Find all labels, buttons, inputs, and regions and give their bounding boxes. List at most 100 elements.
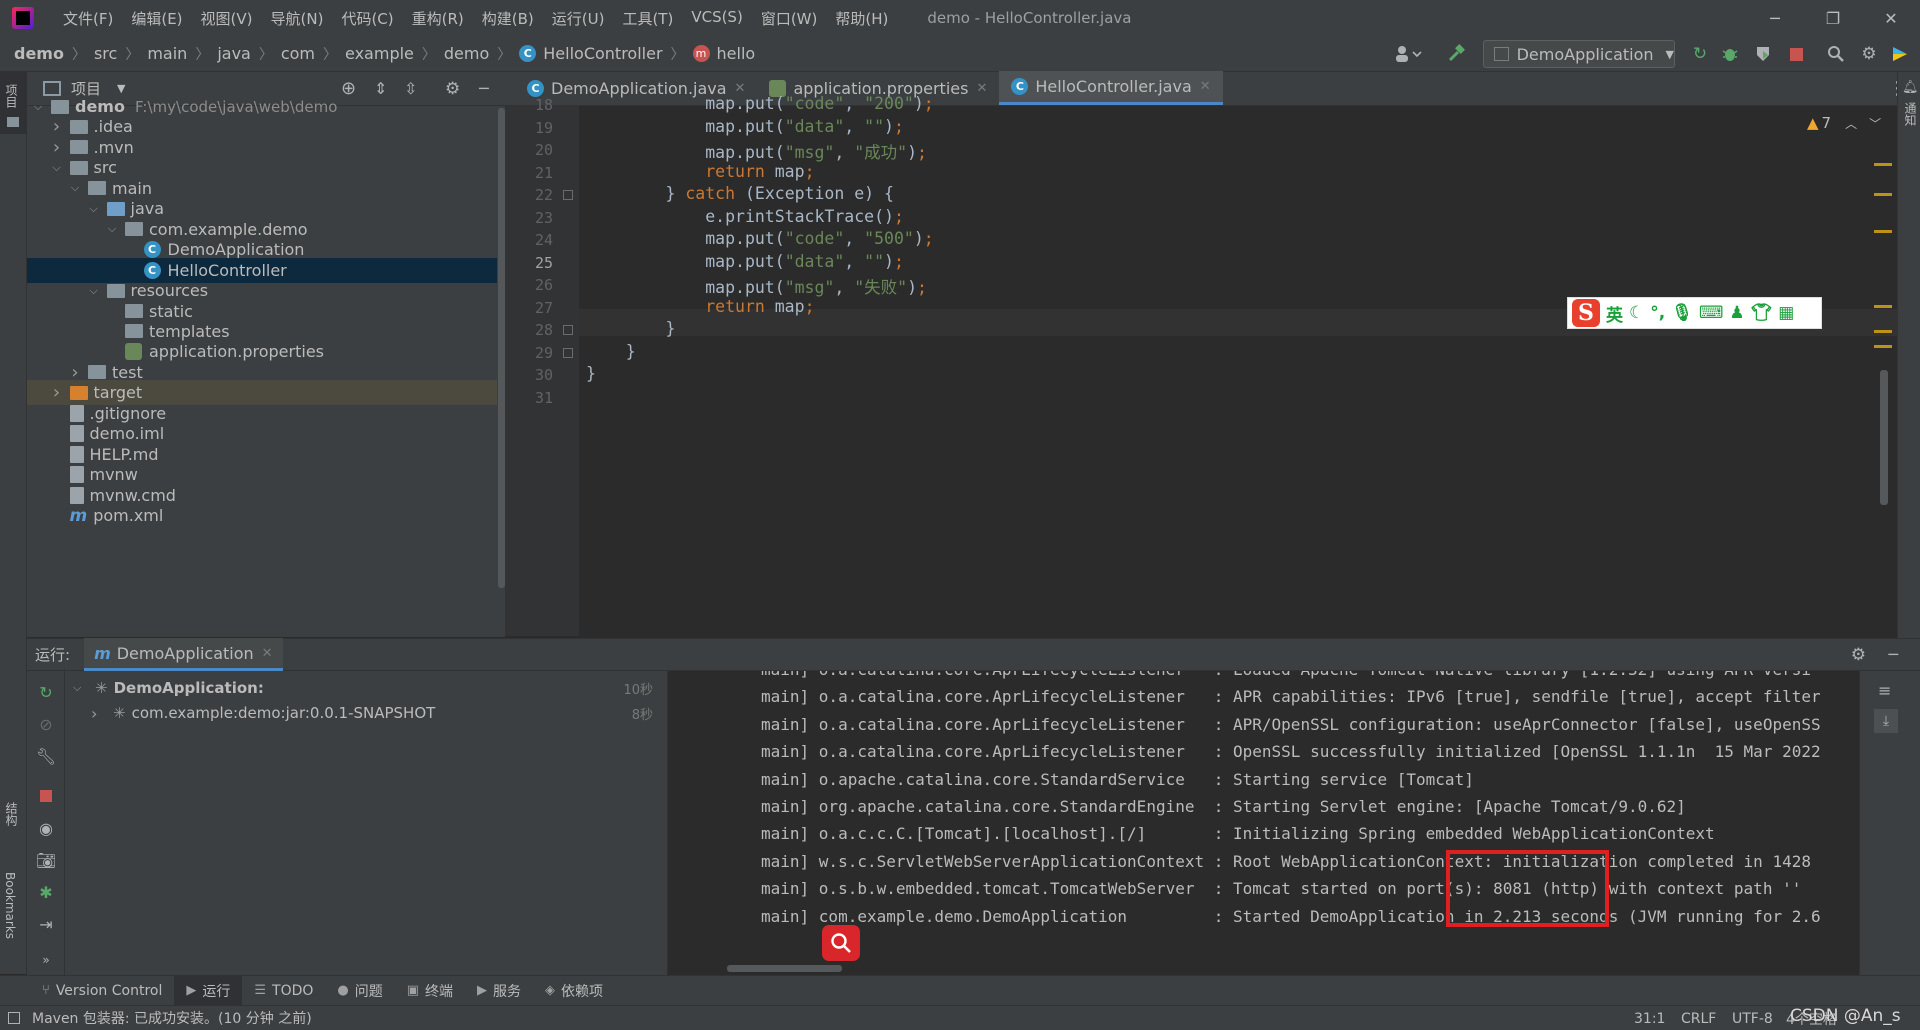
tool-window-tab[interactable]: ⑂ Version Control bbox=[30, 983, 174, 999]
user-icon[interactable] bbox=[1392, 44, 1426, 64]
chevron-down-icon[interactable]: ⌵ bbox=[31, 100, 45, 114]
scroll-to-end-icon[interactable]: ⤓ bbox=[1874, 709, 1898, 733]
toolbox-grid-icon[interactable]: ▦ bbox=[1778, 303, 1794, 323]
settings-gear-icon[interactable]: ⚙ bbox=[1851, 645, 1866, 665]
panel-toggle-icon[interactable] bbox=[8, 1012, 20, 1024]
menu-item[interactable]: 窗口(W) bbox=[752, 8, 827, 29]
rerun-icon[interactable]: ↻ bbox=[1690, 44, 1710, 64]
run-tab[interactable]: m DemoApplication ✕ bbox=[84, 638, 283, 671]
breadcrumb-item[interactable]: demo bbox=[444, 44, 489, 63]
caret-position[interactable]: 31:1 bbox=[1634, 1006, 1665, 1030]
hide-panel-icon[interactable]: ─ bbox=[1888, 645, 1898, 664]
line-number[interactable]: 29 bbox=[505, 344, 553, 362]
editor-tab[interactable]: C HelloController.java ✕ bbox=[999, 71, 1223, 105]
line-number[interactable]: 24 bbox=[505, 231, 553, 249]
microphone-icon[interactable]: 🎙︎ bbox=[1671, 303, 1693, 323]
rerun-icon[interactable]: ↻ bbox=[37, 683, 55, 702]
user-icon[interactable]: ♟ bbox=[1729, 303, 1744, 323]
debug-icon[interactable]: ✱ bbox=[37, 883, 55, 902]
chevron-right-icon[interactable]: › bbox=[91, 704, 105, 723]
chevron-down-icon[interactable]: ⌵ bbox=[87, 284, 101, 298]
line-number[interactable]: 21 bbox=[505, 164, 553, 182]
menu-item[interactable]: 导航(N) bbox=[262, 8, 333, 29]
project-tree-item[interactable]: m pom.xml bbox=[27, 503, 497, 528]
sogou-logo-icon[interactable]: S bbox=[1572, 299, 1600, 327]
menu-item[interactable]: 重构(R) bbox=[403, 8, 473, 29]
more-icon[interactable]: » bbox=[37, 951, 55, 969]
warning-marker[interactable] bbox=[1874, 230, 1892, 233]
menu-item[interactable]: 文件(F) bbox=[54, 8, 122, 29]
project-scrollbar[interactable] bbox=[498, 108, 505, 588]
menu-item[interactable]: 构建(B) bbox=[473, 8, 543, 29]
stop-icon[interactable] bbox=[37, 787, 55, 805]
coverage-icon[interactable] bbox=[1753, 44, 1773, 64]
line-number[interactable]: 19 bbox=[505, 119, 553, 137]
chevron-down-icon[interactable]: ⌵ bbox=[73, 681, 87, 695]
breadcrumb-item[interactable]: m hello bbox=[692, 44, 755, 63]
status-message[interactable]: Maven 包装器: 已成功安装。(10 分钟 之前) bbox=[32, 1008, 312, 1028]
intellij-logo-icon[interactable] bbox=[12, 7, 34, 29]
close-icon[interactable]: ✕ bbox=[976, 81, 987, 96]
warning-marker[interactable] bbox=[1874, 193, 1892, 196]
skin-shirt-icon[interactable]: 👕︎ bbox=[1751, 303, 1773, 323]
search-icon[interactable] bbox=[1826, 44, 1846, 64]
tool-window-tab[interactable]: ● 问题 bbox=[325, 981, 394, 1001]
chevron-down-icon[interactable]: ⌵ bbox=[87, 202, 101, 216]
menu-item[interactable]: VCS(S) bbox=[682, 8, 751, 29]
fold-marker-icon[interactable] bbox=[563, 190, 573, 200]
code-editor[interactable]: map.put("code", "200"); map.put("data", … bbox=[579, 94, 1899, 636]
line-number[interactable]: 20 bbox=[505, 141, 553, 159]
chevron-down-icon[interactable]: ﹀ bbox=[1869, 115, 1881, 132]
run-config-dropdown[interactable]: DemoApplication ▼ bbox=[1483, 40, 1675, 68]
tool-window-tab[interactable]: ▶ 服务 bbox=[465, 981, 533, 1001]
punctuation-icon[interactable]: °, bbox=[1650, 303, 1665, 323]
inspection-widget[interactable]: ▲ 7 ︿ ﹀ bbox=[1807, 114, 1881, 132]
chevron-down-icon[interactable]: ⌵ bbox=[50, 161, 64, 175]
structure-stripe-label[interactable]: 结构 bbox=[3, 802, 20, 826]
breadcrumb-item[interactable]: com bbox=[281, 44, 315, 63]
line-separator[interactable]: CRLF bbox=[1681, 1006, 1716, 1030]
menu-item[interactable]: 视图(V) bbox=[192, 8, 262, 29]
menu-item[interactable]: 帮助(H) bbox=[826, 8, 897, 29]
project-stripe-button[interactable]: 项目 bbox=[0, 72, 27, 134]
line-number[interactable]: 30 bbox=[505, 366, 553, 384]
warning-marker[interactable] bbox=[1874, 163, 1892, 166]
moon-icon[interactable]: ☾ bbox=[1629, 303, 1644, 323]
notification-bell-icon[interactable]: 🔔︎ bbox=[1902, 80, 1919, 95]
wrench-icon[interactable]: 🔧︎ bbox=[36, 747, 56, 766]
line-number[interactable]: 18 bbox=[505, 96, 553, 114]
camera-icon[interactable]: 📷︎ bbox=[36, 851, 56, 870]
tool-window-tab[interactable]: ▣ 终端 bbox=[395, 981, 465, 1001]
line-number[interactable]: 27 bbox=[505, 299, 553, 317]
eye-icon[interactable]: ◉ bbox=[37, 819, 55, 838]
breadcrumb-item[interactable]: src bbox=[94, 44, 117, 63]
run-tree-item[interactable]: › ✳ com.example:demo:jar:0.0.1-SNAPSHOT 8秒 bbox=[91, 701, 663, 725]
menu-item[interactable]: 运行(U) bbox=[543, 8, 614, 29]
menu-item[interactable]: 代码(C) bbox=[332, 8, 402, 29]
toggle-offline-icon[interactable]: ⊘ bbox=[37, 715, 55, 734]
editor-scrollbar[interactable] bbox=[1880, 370, 1888, 505]
line-number[interactable]: 28 bbox=[505, 321, 553, 339]
warning-marker[interactable] bbox=[1874, 330, 1892, 333]
chevron-down-icon[interactable]: ⌵ bbox=[68, 181, 82, 195]
minimize-icon[interactable]: ─ bbox=[1746, 0, 1804, 36]
menu-item[interactable]: 编辑(E) bbox=[122, 8, 191, 29]
search-overlay-icon[interactable] bbox=[822, 925, 860, 961]
fold-marker-icon[interactable] bbox=[563, 325, 573, 335]
close-icon[interactable]: ✕ bbox=[1862, 0, 1920, 36]
exit-icon[interactable]: ⇥ bbox=[37, 915, 55, 934]
breadcrumb-item[interactable]: demo bbox=[14, 44, 64, 63]
breadcrumb-item[interactable]: main bbox=[147, 44, 187, 63]
tool-window-tab[interactable]: ▶ 运行 bbox=[174, 975, 243, 1006]
run-tree-item[interactable]: ⌵ ✳ DemoApplication: 10秒 bbox=[73, 676, 663, 700]
console-horizontal-scrollbar[interactable] bbox=[727, 965, 842, 972]
soft-wrap-icon[interactable]: ≡ bbox=[1878, 681, 1891, 700]
build-hammer-icon[interactable] bbox=[1446, 44, 1466, 64]
line-number[interactable]: 31 bbox=[505, 389, 553, 407]
fold-marker-icon[interactable] bbox=[563, 347, 573, 358]
stop-icon[interactable] bbox=[1786, 44, 1806, 64]
jetbrains-toolbox-icon[interactable] bbox=[1890, 44, 1910, 64]
debug-icon[interactable] bbox=[1720, 44, 1740, 64]
settings-gear-icon[interactable]: ⚙ bbox=[1859, 44, 1879, 64]
breadcrumb-item[interactable]: C HelloController bbox=[519, 44, 663, 63]
